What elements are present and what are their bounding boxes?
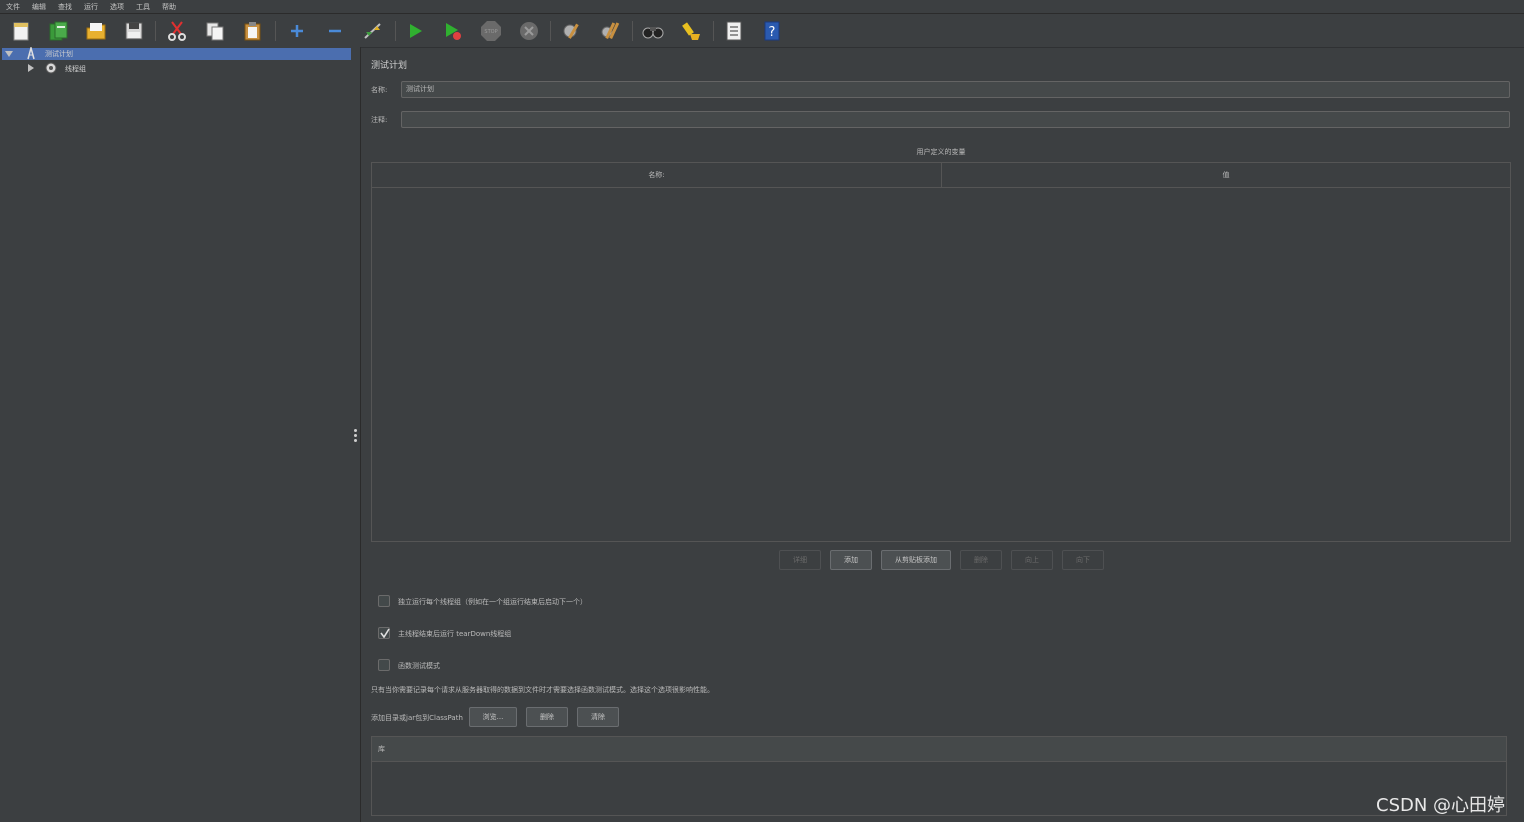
toolbar: STOP ? [0,15,1524,48]
splitter-handle[interactable] [354,429,357,444]
toggle-icon[interactable] [361,19,385,43]
toolbar-separator [275,21,276,41]
menu-file[interactable]: 文件 [6,2,20,12]
comment-label: 注释: [371,116,388,124]
paste-icon[interactable] [241,19,265,43]
panel-title: 测试计划 [371,61,408,71]
user-variables-title: 用户定义的变量 [916,148,966,156]
collapse-arrow-icon[interactable] [5,50,13,58]
add-from-clipboard-button[interactable]: 从剪贴板添加 [881,550,951,570]
toolbar-separator [632,21,633,41]
open-icon[interactable] [84,19,108,43]
menu-edit[interactable]: 编辑 [32,2,46,12]
tree-item-thread-group[interactable]: 线程组 [65,64,86,74]
templates-icon[interactable] [46,19,70,43]
column-name-header[interactable]: 名称: [372,163,942,188]
name-field[interactable]: 测试计划 [401,81,1510,98]
classpath-label: 添加目录或jar包到ClassPath [371,714,463,722]
clear-all-icon[interactable] [598,19,622,43]
run-consecutively-checkbox[interactable] [378,595,390,607]
teardown-label: 主线程结束后运行 tearDown线程组 [398,630,512,638]
start-no-pause-icon[interactable] [441,19,465,43]
checkmark-icon [380,628,390,638]
menu-run[interactable]: 运行 [84,2,98,12]
classpath-delete-button[interactable]: 删除 [526,707,568,727]
down-button[interactable]: 向下 [1062,550,1104,570]
functional-mode-note: 只有当你需要记录每个请求从服务器取得的数据到文件时才需要选择函数测试模式。选择这… [371,686,714,694]
functional-mode-label: 函数测试模式 [398,662,440,670]
run-consecutively-label: 独立运行每个线程组（例如在一个组运行结束后启动下一个） [398,598,587,606]
functional-mode-checkbox[interactable] [378,659,390,671]
detail-button[interactable]: 详细 [779,550,821,570]
test-plan-panel: 测试计划 名称: 测试计划 注释: 用户定义的变量 名称: 值 详细 添加 从剪… [361,47,1524,822]
classpath-table[interactable]: 库 [371,736,1507,816]
shutdown-icon[interactable] [517,19,541,43]
delete-button[interactable]: 删除 [960,550,1002,570]
save-icon[interactable] [122,19,146,43]
up-button[interactable]: 向上 [1011,550,1053,570]
test-plan-tree: 测试计划 线程组 [0,47,353,822]
column-value-header[interactable]: 值 [942,163,1510,188]
menu-options[interactable]: 选项 [110,2,124,12]
name-label: 名称: [371,86,388,94]
collapse-icon[interactable] [323,19,347,43]
menu-search[interactable]: 查找 [58,2,72,12]
menu-help[interactable]: 帮助 [162,2,176,12]
user-variables-table[interactable]: 名称: 值 [371,162,1511,542]
toolbar-separator [713,21,714,41]
new-icon[interactable] [9,19,33,43]
browse-button[interactable]: 浏览... [469,707,517,727]
reset-search-icon[interactable] [679,19,703,43]
copy-icon[interactable] [203,19,227,43]
function-helper-icon[interactable] [722,19,746,43]
toolbar-separator [550,21,551,41]
test-plan-icon [27,47,35,60]
expand-icon[interactable] [285,19,309,43]
library-column-header[interactable]: 库 [372,737,1506,762]
cut-icon[interactable] [165,19,189,43]
splitter[interactable] [352,47,361,822]
thread-group-icon [45,62,57,74]
menu-tools[interactable]: 工具 [136,2,150,12]
tree-root-label: 测试计划 [45,50,73,58]
help-icon[interactable]: ? [760,19,784,43]
toolbar-separator [155,21,156,41]
expand-arrow-icon[interactable] [27,64,34,72]
toolbar-separator [395,21,396,41]
classpath-clear-button[interactable]: 清除 [577,707,619,727]
menu-bar: 文件 编辑 查找 运行 选项 工具 帮助 [0,0,1524,14]
teardown-checkbox[interactable] [378,627,390,639]
add-button[interactable]: 添加 [830,550,872,570]
svg-text:?: ? [769,25,776,40]
svg-text:STOP: STOP [484,29,497,35]
comment-field[interactable] [401,111,1510,128]
clear-icon[interactable] [559,19,583,43]
watermark: CSDN @心田婷 [1376,795,1506,816]
search-icon[interactable] [641,19,665,43]
start-icon[interactable] [403,19,427,43]
stop-icon[interactable]: STOP [479,19,503,43]
